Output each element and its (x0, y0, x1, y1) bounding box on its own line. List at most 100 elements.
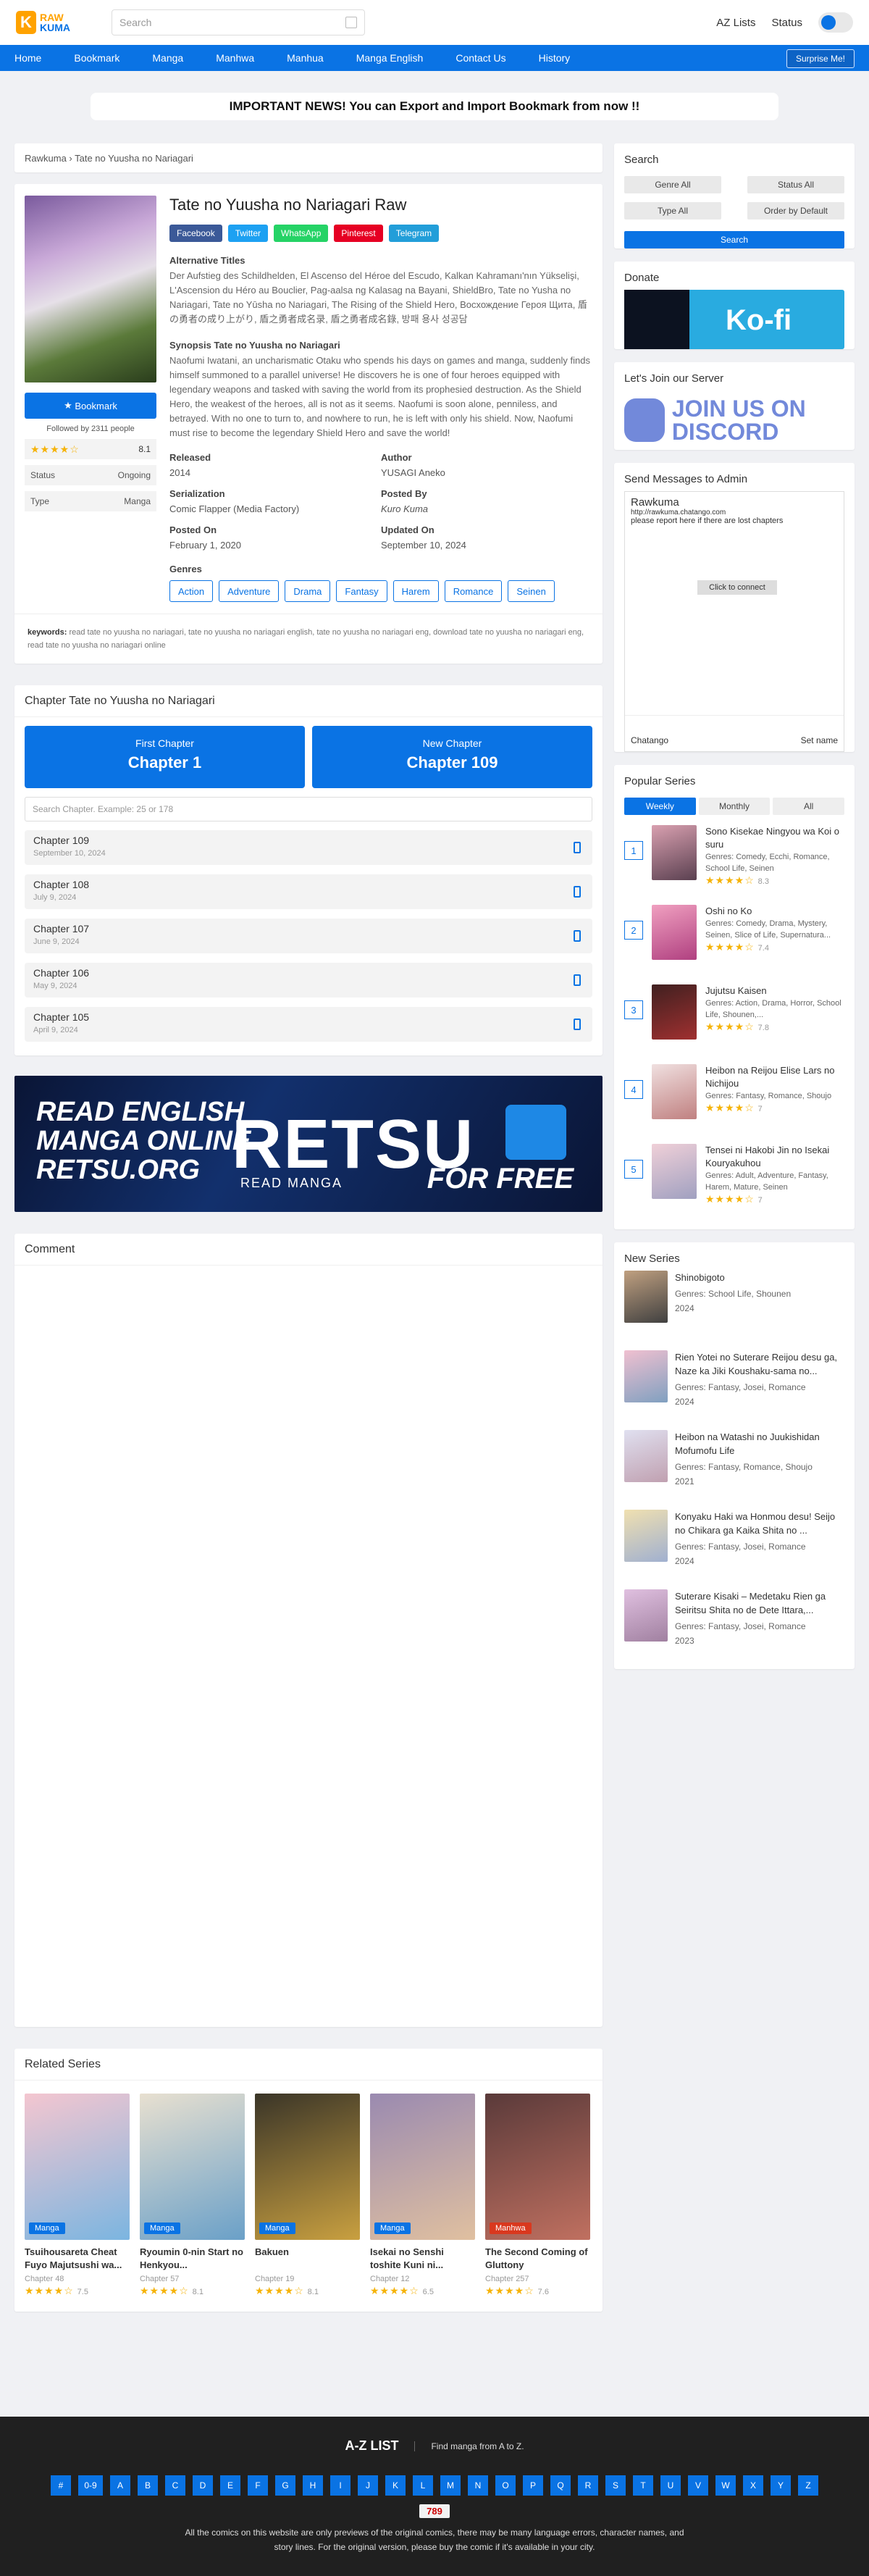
retsu-ad-banner[interactable]: READ ENGLISH MANGA ONLINE RETSU.ORG RETSU … (14, 1076, 603, 1212)
az-letter-link[interactable]: I (330, 2475, 350, 2496)
set-name-button[interactable]: Set name (801, 735, 838, 745)
kofi-button[interactable]: Ko-fi (624, 290, 844, 349)
az-letter-link[interactable]: # (51, 2475, 71, 2496)
popular-cover-image[interactable] (652, 825, 697, 880)
az-letter-link[interactable]: O (495, 2475, 516, 2496)
download-icon[interactable] (574, 930, 581, 942)
nav-contact[interactable]: Contact Us (456, 52, 505, 64)
az-letter-link[interactable]: G (275, 2475, 295, 2496)
site-logo[interactable]: K RAW KUMA (16, 11, 96, 34)
az-letter-link[interactable]: U (660, 2475, 681, 2496)
related-cover-image[interactable]: Manhwa (485, 2094, 590, 2240)
discord-button[interactable]: JOIN US ON DISCORD (624, 390, 844, 450)
nav-manhwa[interactable]: Manhwa (216, 52, 254, 64)
nav-home[interactable]: Home (14, 52, 41, 64)
download-icon[interactable] (574, 1019, 581, 1030)
chapter-search-input[interactable]: Search Chapter. Example: 25 or 178 (25, 797, 592, 821)
share-pinterest-button[interactable]: Pinterest (334, 225, 383, 242)
related-title[interactable]: Bakuen (255, 2246, 360, 2272)
chapter-item[interactable]: Chapter 108 July 9, 2024 (25, 874, 592, 909)
new-series-cover-image[interactable] (624, 1589, 668, 1642)
popular-cover-image[interactable] (652, 905, 697, 960)
popular-item[interactable]: 2 Oshi no Ko Genres: Comedy, Drama, Myster… (614, 905, 855, 984)
nav-manga[interactable]: Manga (152, 52, 183, 64)
new-series-item[interactable]: Rien Yotei no Suterare Reijou desu ga, N… (614, 1350, 855, 1430)
share-twitter-button[interactable]: Twitter (227, 225, 269, 242)
download-icon[interactable] (574, 842, 581, 853)
new-series-item[interactable]: Konyaku Haki wa Honmou desu! Seijo no Ch… (614, 1510, 855, 1589)
related-item[interactable]: Manga Bakuen Chapter 19 ★★★★☆ 8.1 (255, 2094, 360, 2297)
genre-tag[interactable]: Action (169, 580, 214, 602)
new-series-title[interactable]: Heibon na Watashi no Juukishidan Mofumof… (675, 1430, 844, 1458)
new-series-title[interactable]: Konyaku Haki wa Honmou desu! Seijo no Ch… (675, 1510, 844, 1537)
az-letter-link[interactable]: A (110, 2475, 130, 2496)
tab-monthly[interactable]: Monthly (698, 798, 771, 815)
genre-tag[interactable]: Seinen (508, 580, 555, 602)
status-filter[interactable]: Status All (747, 176, 844, 193)
new-series-cover-image[interactable] (624, 1350, 668, 1402)
search-input[interactable]: Search (112, 9, 365, 35)
popular-cover-image[interactable] (652, 1064, 697, 1119)
az-letter-link[interactable]: W (715, 2475, 736, 2496)
az-letter-link[interactable]: C (165, 2475, 185, 2496)
related-item[interactable]: Manga Isekai no Senshi toshite Kuni ni...… (370, 2094, 475, 2297)
az-letter-link[interactable]: F (248, 2475, 268, 2496)
popular-title[interactable]: Oshi no Ko (705, 905, 844, 918)
chapter-item[interactable]: Chapter 107 June 9, 2024 (25, 919, 592, 953)
new-series-item[interactable]: Suterare Kisaki – Medetaku Rien ga Seiri… (614, 1589, 855, 1669)
download-icon[interactable] (574, 974, 581, 986)
theme-toggle[interactable] (818, 12, 853, 33)
az-letter-link[interactable]: Q (550, 2475, 571, 2496)
download-icon[interactable] (574, 886, 581, 898)
popular-cover-image[interactable] (652, 984, 697, 1040)
breadcrumb[interactable]: Rawkuma › Tate no Yuusha no Nariagari (14, 143, 603, 172)
nav-bookmark[interactable]: Bookmark (74, 52, 119, 64)
related-title[interactable]: Ryoumin 0-nin Start no Henkyou... (140, 2246, 245, 2272)
nav-history[interactable]: History (539, 52, 571, 64)
genre-tag[interactable]: Fantasy (336, 580, 387, 602)
bookmark-button[interactable]: ★ Bookmark (25, 393, 156, 419)
genre-tag[interactable]: Adventure (219, 580, 280, 602)
az-letter-link[interactable]: S (605, 2475, 626, 2496)
related-cover-image[interactable]: Manga (140, 2094, 245, 2240)
new-series-cover-image[interactable] (624, 1510, 668, 1562)
new-series-cover-image[interactable] (624, 1430, 668, 1482)
chapter-item[interactable]: Chapter 105 April 9, 2024 (25, 1007, 592, 1042)
popular-item[interactable]: 3 Jujutsu Kaisen Genres: Action, Drama, Ho… (614, 984, 855, 1064)
az-letter-link[interactable]: M (440, 2475, 461, 2496)
new-series-item[interactable]: Shinobigoto Genres: School Life, Shounen 2… (614, 1271, 855, 1350)
genre-filter[interactable]: Genre All (624, 176, 721, 193)
popular-title[interactable]: Heibon na Reijou Elise Lars no Nichijou (705, 1064, 844, 1090)
popular-item[interactable]: 4 Heibon na Reijou Elise Lars no Nichijou… (614, 1064, 855, 1144)
genre-tag[interactable]: Romance (444, 580, 503, 602)
az-letter-link[interactable]: X (743, 2475, 763, 2496)
az-letter-link[interactable]: V (688, 2475, 708, 2496)
related-cover-image[interactable]: Manga (370, 2094, 475, 2240)
first-chapter-button[interactable]: First Chapter Chapter 1 (25, 726, 305, 788)
az-letter-link[interactable]: D (193, 2475, 213, 2496)
popular-item[interactable]: 1 Sono Kisekae Ningyou wa Koi o suru Genre… (614, 825, 855, 905)
az-letter-link[interactable]: R (578, 2475, 598, 2496)
az-letter-link[interactable]: E (220, 2475, 240, 2496)
related-item[interactable]: Manga Ryoumin 0-nin Start no Henkyou... Ch… (140, 2094, 245, 2297)
related-title[interactable]: Tsuihousareta Cheat Fuyo Majutsushi wa..… (25, 2246, 130, 2272)
az-letter-link[interactable]: H (303, 2475, 323, 2496)
nav-manhua[interactable]: Manhua (287, 52, 324, 64)
new-chapter-button[interactable]: New Chapter Chapter 109 (312, 726, 592, 788)
az-letter-link[interactable]: P (523, 2475, 543, 2496)
popular-title[interactable]: Jujutsu Kaisen (705, 984, 844, 998)
search-button[interactable]: Search (624, 231, 844, 248)
type-filter[interactable]: Type All (624, 202, 721, 219)
popular-cover-image[interactable] (652, 1144, 697, 1199)
related-item[interactable]: Manga Tsuihousareta Cheat Fuyo Majutsushi… (25, 2094, 130, 2297)
related-item[interactable]: Manhwa The Second Coming of Gluttony Chapt… (485, 2094, 590, 2297)
nav-manga-english[interactable]: Manga English (356, 52, 424, 64)
popular-title[interactable]: Tensei ni Hakobi Jin no Isekai Kouryakuh… (705, 1144, 844, 1170)
az-letter-link[interactable]: Y (771, 2475, 791, 2496)
new-series-item[interactable]: Heibon na Watashi no Juukishidan Mofumof… (614, 1430, 855, 1510)
new-series-title[interactable]: Rien Yotei no Suterare Reijou desu ga, N… (675, 1350, 844, 1378)
related-cover-image[interactable]: Manga (255, 2094, 360, 2240)
share-whatsapp-button[interactable]: WhatsApp (274, 225, 329, 242)
share-facebook-button[interactable]: Facebook (169, 225, 222, 242)
az-letter-link[interactable]: J (358, 2475, 378, 2496)
